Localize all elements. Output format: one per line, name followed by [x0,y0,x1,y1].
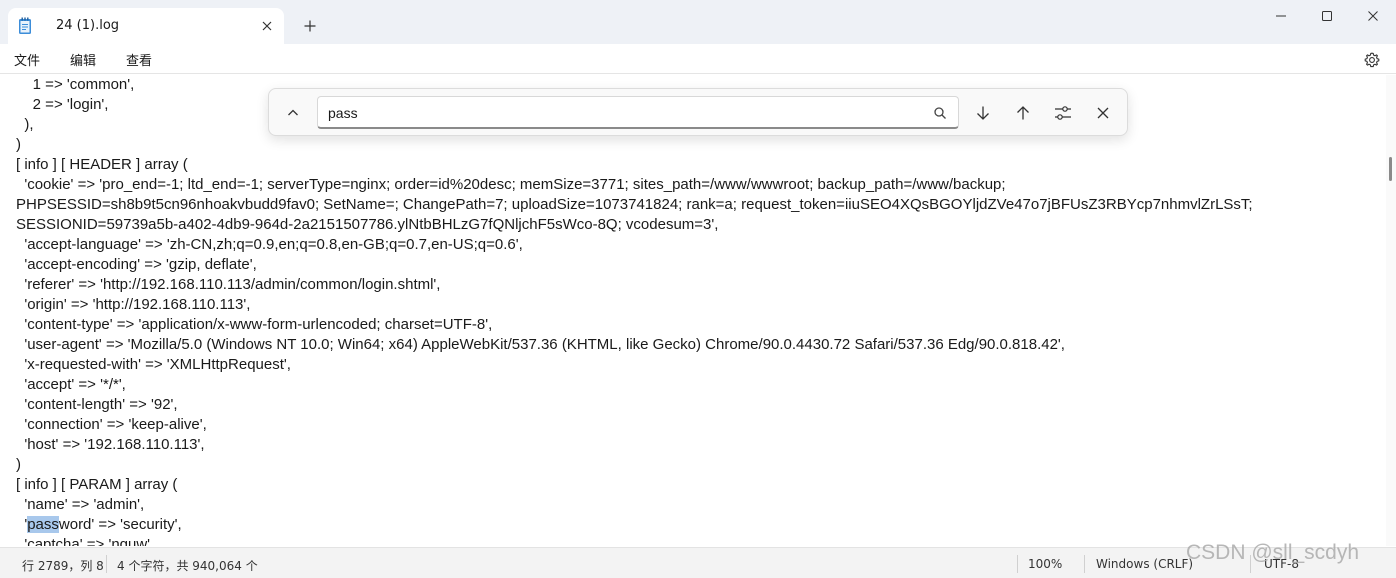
text-line: 'referer' => 'http://192.168.110.113/adm… [16,276,441,293]
tab-active[interactable]: 24 (1).log [8,8,284,44]
text-line: 'password' => 'security', [16,516,182,533]
minimize-icon [1276,15,1286,17]
find-options-button[interactable] [1049,99,1077,127]
settings-button[interactable] [1361,49,1383,71]
text-line: PHPSESSID=sh8b9t5cn96nhoakvbudd9fav0; Se… [16,196,1253,213]
maximize-icon [1322,11,1332,21]
new-tab-button[interactable] [298,14,322,38]
arrow-down-icon [977,106,989,120]
text-line: 'accept' => '*/*', [16,376,126,393]
status-separator [1084,555,1085,573]
search-icon [934,107,946,119]
menu-file[interactable]: 文件 [14,50,40,69]
text-line: 'accept-encoding' => 'gzip, deflate', [16,256,257,273]
plus-icon [304,20,316,32]
close-icon [1097,107,1109,119]
close-find-button[interactable] [1089,99,1117,127]
text-line: 'name' => 'admin', [16,496,145,513]
text-line: 'content-length' => '92', [16,396,178,413]
close-icon [262,21,272,31]
status-separator [106,555,107,573]
window-close-button[interactable] [1350,0,1396,32]
find-input[interactable] [328,103,918,123]
text-line: [ info ] [ PARAM ] array ( [16,476,178,493]
menu-bar: 文件 编辑 查看 [0,44,1396,74]
options-sliders-icon [1055,106,1071,120]
status-separator [1017,555,1018,573]
cursor-position: 行 2789，列 8 [22,559,104,573]
title-bar: 24 (1).log [0,0,1396,44]
text-line: 'user-agent' => 'Mozilla/5.0 (Windows NT… [16,336,1065,353]
watermark: CSDN @sll_scdyh [1186,541,1360,564]
find-input-box [317,96,959,129]
vertical-scrollbar[interactable] [1386,75,1396,546]
line-ending[interactable]: Windows (CRLF) [1096,557,1193,571]
text-line: 'connection' => 'keep-alive', [16,416,207,433]
text-line: SESSIONID=59739a5b-a402-4db9-964d-2a2151… [16,216,719,233]
selection-count: 4 个字符，共 940,064 个 [117,559,258,573]
find-bar [268,88,1128,136]
text-line: 'accept-language' => 'zh-CN,zh;q=0.9,en;… [16,236,523,253]
text-line: ) [16,456,21,473]
tab-title: 24 (1).log [56,18,120,33]
text-line: 'cookie' => 'pro_end=-1; ltd_end=-1; ser… [16,176,1006,193]
find-next-button[interactable] [969,99,997,127]
arrow-up-icon [1017,106,1029,120]
tab-close-button[interactable] [255,14,279,38]
notepad-app-icon [19,17,31,34]
text-line: 'host' => '192.168.110.113', [16,436,205,453]
search-match-highlight: pass [27,516,59,533]
menu-edit[interactable]: 编辑 [70,50,96,69]
text-line: 'origin' => 'http://192.168.110.113', [16,296,251,313]
close-icon [1368,11,1378,21]
editor-lines: 1 => 'common', 2 => 'login', ),)[ info ]… [16,75,1253,546]
maximize-button[interactable] [1304,0,1350,32]
menu-view[interactable]: 查看 [126,50,152,69]
minimize-button[interactable] [1258,0,1304,32]
gear-icon [1364,52,1380,68]
scrollbar-thumb[interactable] [1389,157,1392,181]
collapse-find-button[interactable] [279,99,307,127]
text-line: [ info ] [ HEADER ] array ( [16,156,188,173]
text-editor[interactable]: 1 => 'common', 2 => 'login', ),)[ info ]… [0,75,1386,546]
text-line: 'captcha' => 'nguw', [16,536,155,546]
zoom-level[interactable]: 100% [1028,557,1062,571]
text-line: 'x-requested-with' => 'XMLHttpRequest', [16,356,291,373]
text-line: 'content-type' => 'application/x-www-for… [16,316,493,333]
text-line: ) [16,136,21,153]
find-previous-button[interactable] [1009,99,1037,127]
chevron-up-icon [288,109,298,116]
